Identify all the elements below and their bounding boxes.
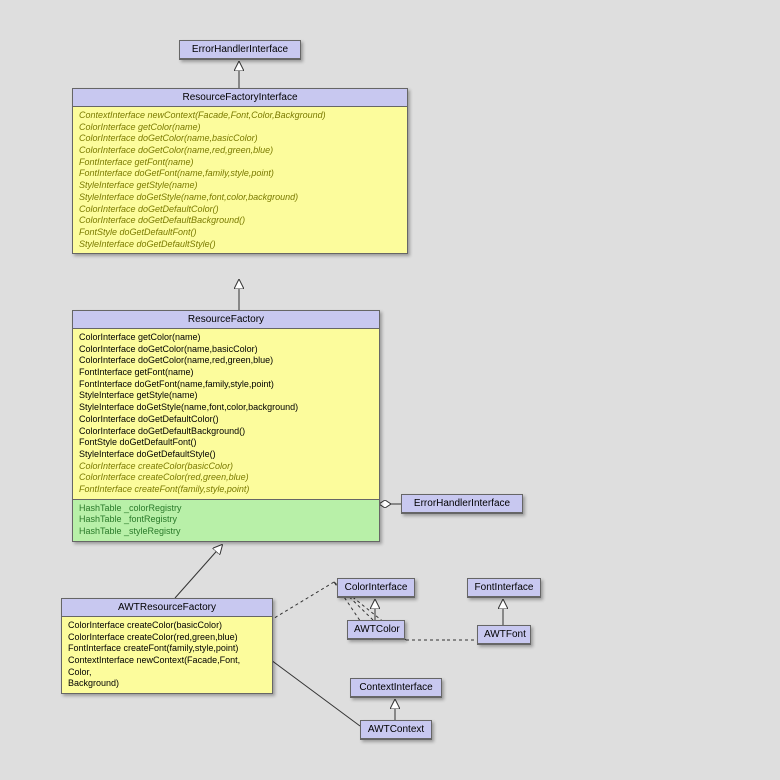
method: StyleInterface doGetDefaultStyle() (79, 449, 373, 461)
method: StyleInterface doGetStyle(name,font,colo… (79, 402, 373, 414)
methods-section: ColorInterface getColor(name) ColorInter… (73, 329, 379, 499)
method: FontInterface doGetFont(name,family,styl… (79, 379, 373, 391)
method: ColorInterface createColor(basicColor) (68, 620, 266, 632)
class-name: ErrorHandlerInterface (402, 495, 522, 513)
attribute: HashTable _fontRegistry (79, 514, 373, 526)
method: ColorInterface doGetDefaultColor() (79, 414, 373, 426)
attribute: HashTable _colorRegistry (79, 503, 373, 515)
method: ColorInterface createColor(red,green,blu… (68, 632, 266, 644)
class-awt-color: AWTColor (347, 620, 405, 640)
method: ColorInterface doGetDefaultColor() (79, 204, 401, 216)
method: ColorInterface doGetDefaultBackground() (79, 426, 373, 438)
class-name: AWTColor (348, 621, 404, 639)
method: FontStyle doGetDefaultFont() (79, 227, 401, 239)
class-name: ColorInterface (338, 579, 414, 597)
method: FontStyle doGetDefaultFont() (79, 437, 373, 449)
method: FontInterface getFont(name) (79, 157, 401, 169)
attributes-section: HashTable _colorRegistry HashTable _font… (73, 499, 379, 541)
method: StyleInterface getStyle(name) (79, 390, 373, 402)
class-awt-font: AWTFont (477, 625, 531, 645)
class-name: AWTContext (361, 721, 431, 739)
method: Background) (68, 678, 266, 690)
class-name: ResourceFactoryInterface (73, 89, 407, 107)
method: FontInterface getFont(name) (79, 367, 373, 379)
method: ColorInterface doGetColor(name,red,green… (79, 145, 401, 157)
method: FontInterface createFont(family,style,po… (68, 643, 266, 655)
class-error-handler-interface-2: ErrorHandlerInterface (401, 494, 523, 514)
methods-section: ColorInterface createColor(basicColor) C… (62, 617, 272, 693)
methods-section: ContextInterface newContext(Facade,Font,… (73, 107, 407, 253)
method: ColorInterface doGetColor(name,basicColo… (79, 133, 401, 145)
method: ColorInterface doGetDefaultBackground() (79, 215, 401, 227)
class-name: ContextInterface (351, 679, 441, 697)
method: ColorInterface getColor(name) (79, 122, 401, 134)
method: ColorInterface createColor(basicColor) (79, 461, 373, 473)
attribute: HashTable _styleRegistry (79, 526, 373, 538)
method: FontInterface doGetFont(name,family,styl… (79, 168, 401, 180)
method: FontInterface createFont(family,style,po… (79, 484, 373, 496)
class-font-interface: FontInterface (467, 578, 541, 598)
method: ContextInterface newContext(Facade,Font, (68, 655, 266, 667)
method: ContextInterface newContext(Facade,Font,… (79, 110, 401, 122)
class-name: ErrorHandlerInterface (180, 41, 300, 59)
class-awt-resource-factory: AWTResourceFactory ColorInterface create… (61, 598, 273, 694)
class-color-interface: ColorInterface (337, 578, 415, 598)
class-resource-factory-interface: ResourceFactoryInterface ContextInterfac… (72, 88, 408, 254)
method: ColorInterface getColor(name) (79, 332, 373, 344)
method: StyleInterface doGetStyle(name,font,colo… (79, 192, 401, 204)
method: ColorInterface createColor(red,green,blu… (79, 472, 373, 484)
class-name: ResourceFactory (73, 311, 379, 329)
class-awt-context: AWTContext (360, 720, 432, 740)
class-name: FontInterface (468, 579, 540, 597)
class-error-handler-interface: ErrorHandlerInterface (179, 40, 301, 60)
class-name: AWTFont (478, 626, 530, 644)
class-context-interface: ContextInterface (350, 678, 442, 698)
method: StyleInterface getStyle(name) (79, 180, 401, 192)
method: StyleInterface doGetDefaultStyle() (79, 239, 401, 251)
method: ColorInterface doGetColor(name,red,green… (79, 355, 373, 367)
method: Color, (68, 667, 266, 679)
class-name: AWTResourceFactory (62, 599, 272, 617)
class-resource-factory: ResourceFactory ColorInterface getColor(… (72, 310, 380, 542)
method: ColorInterface doGetColor(name,basicColo… (79, 344, 373, 356)
